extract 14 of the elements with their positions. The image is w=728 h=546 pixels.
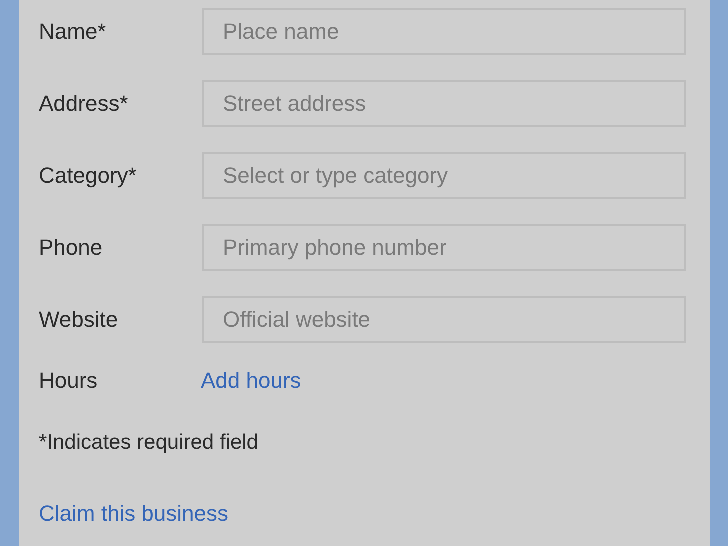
hours-label: Hours [39,366,99,394]
field-label: Name* [39,18,108,46]
field-label: Category* [39,162,138,190]
input-field[interactable]: Place name [202,8,686,55]
required-note: *Indicates required field [39,430,260,456]
input-field[interactable]: Official website [202,296,686,343]
claim-business-link[interactable]: Claim this business [39,496,229,530]
input-field[interactable]: Select or type category [202,152,686,199]
field-label: Website [39,306,120,334]
input-field[interactable]: Primary phone number [202,224,686,271]
field-label: Phone [39,234,104,262]
add-hours-link[interactable]: Add hours [201,364,302,396]
input-field[interactable]: Street address [202,80,686,127]
field-label: Address* [39,90,130,118]
